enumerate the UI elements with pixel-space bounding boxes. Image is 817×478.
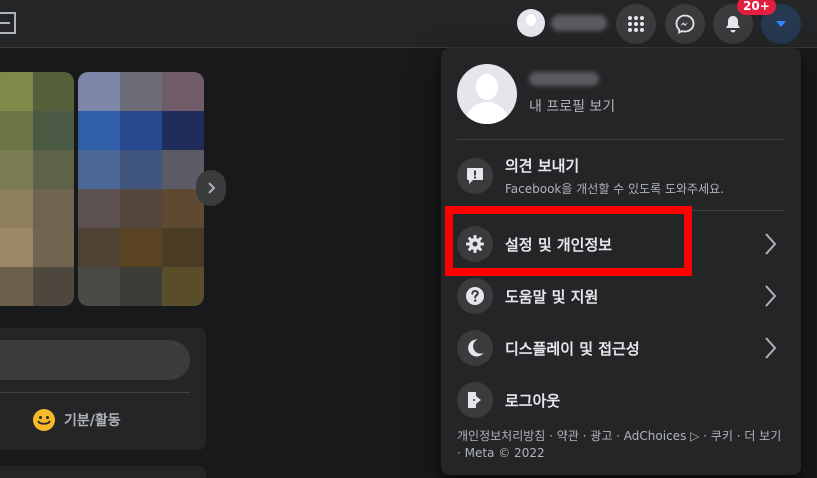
feedback-icon-wrap	[457, 158, 493, 194]
display-accessibility-item[interactable]: 디스플레이 및 접근성	[449, 322, 793, 374]
chevron-right-icon	[765, 337, 777, 359]
smiley-icon	[33, 409, 55, 431]
feedback-title: 의견 보내기	[505, 157, 580, 175]
footer-links[interactable]: 개인정보처리방침 · 약관 · 광고 · AdChoices ▷ · 쿠키 · …	[457, 428, 787, 462]
avatar	[517, 9, 545, 37]
chevron-right-icon	[208, 182, 215, 194]
messenger-icon	[675, 14, 695, 34]
chevron-right-icon	[765, 285, 777, 307]
story-next-button[interactable]	[196, 170, 226, 206]
divider	[0, 392, 190, 393]
help-support-item[interactable]: 도움말 및 지원	[449, 270, 793, 322]
menu-grid-icon	[628, 16, 644, 32]
story-card[interactable]	[0, 72, 74, 306]
notification-count-badge: 20+	[737, 0, 776, 15]
feedback-subtitle: Facebook을 개선할 수 있도록 도와주세요.	[505, 182, 724, 196]
chevron-right-icon	[765, 233, 777, 255]
account-caret-icon	[776, 21, 786, 27]
display-icon-wrap	[457, 330, 493, 366]
messenger-button[interactable]	[665, 4, 705, 44]
menu-button[interactable]	[616, 4, 656, 44]
bell-icon	[726, 16, 740, 33]
logout-icon-wrap	[457, 382, 493, 418]
feed-card	[0, 466, 206, 478]
blurred-username	[551, 15, 607, 31]
logout-icon	[468, 392, 481, 408]
moon-icon	[468, 339, 484, 357]
home-icon[interactable]	[0, 12, 16, 34]
logout-label: 로그아웃	[505, 391, 561, 410]
composer-input[interactable]	[0, 340, 190, 380]
give-feedback-item[interactable]: 의견 보내기 Facebook을 개선할 수 있도록 도와주세요.	[449, 146, 793, 206]
story-card[interactable]	[78, 72, 204, 306]
post-composer: 기분/활동	[0, 328, 206, 450]
view-profile-label: 내 프로필 보기	[529, 99, 616, 115]
help-support-label: 도움말 및 지원	[505, 287, 599, 306]
highlight-box	[445, 206, 692, 276]
top-navigation-bar: 20+	[0, 0, 817, 48]
view-profile-link[interactable]: 내 프로필 보기	[449, 56, 793, 132]
logout-item[interactable]: 로그아웃	[449, 374, 793, 426]
divider	[457, 139, 785, 140]
display-accessibility-label: 디스플레이 및 접근성	[505, 339, 640, 358]
avatar	[457, 64, 517, 124]
profile-shortcut[interactable]	[517, 8, 607, 38]
blurred-profile-name	[529, 72, 599, 86]
feeling-activity-button[interactable]: 기분/활동	[32, 408, 121, 432]
feedback-icon	[467, 168, 483, 184]
help-icon-wrap	[457, 278, 493, 314]
question-icon	[466, 287, 484, 305]
feeling-activity-label: 기분/활동	[64, 413, 121, 429]
